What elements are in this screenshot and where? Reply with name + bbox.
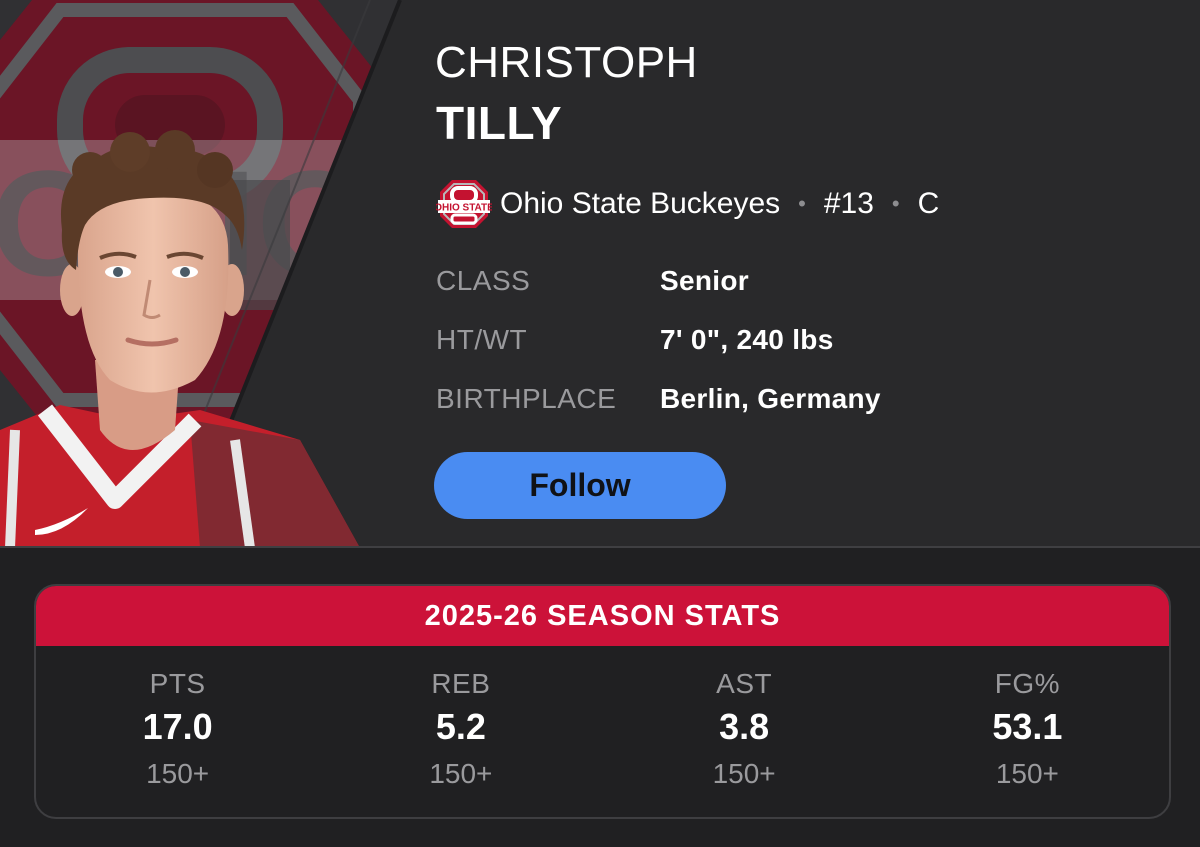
team-name-link[interactable]: Ohio State Buckeyes [500,187,780,221]
bio-value: 7' 0", 240 lbs [660,324,834,355]
team-info: OHIO STATE Ohio State Buckeyes • #13 • C [436,176,939,232]
stat-rank: 150+ [429,758,493,789]
jersey-number: #13 [823,187,874,220]
stat-rank: 150+ [995,758,1059,789]
stat-value: 53.1 [992,706,1063,747]
player-position: C [917,187,940,220]
stat-label: FG% [994,668,1061,699]
stat-assists[interactable]: AST 3.8 150+ [603,646,886,817]
player-last-name: TILLY [436,97,563,149]
stat-field-goal-pct[interactable]: FG% 53.1 150+ [886,646,1169,817]
bio-label: HT/WT [436,324,528,355]
stat-value: 17.0 [142,706,213,747]
stats-row: PTS 17.0 150+ REB 5.2 150+ AST 3.8 150+ … [36,646,1169,817]
player-hero-image: OHIO [0,0,440,546]
bio-row-birthplace: BIRTHPLACE Berlin, Germany [436,379,881,419]
stat-value: 3.8 [719,706,770,747]
logo-text: OHIO STATE [436,203,492,214]
player-page: OHIO [0,0,1200,847]
bio-label: BIRTHPLACE [436,383,617,414]
separator-dot: • [798,191,806,216]
bio-value: Senior [660,265,749,296]
stat-rank: 150+ [146,758,210,789]
stat-rebounds[interactable]: REB 5.2 150+ [319,646,602,817]
stat-label: REB [431,668,491,699]
season-stats-title: 2025-26 SEASON STATS [36,586,1169,646]
separator-dot: • [891,191,900,216]
stat-points[interactable]: PTS 17.0 150+ [36,646,319,817]
stat-value: 5.2 [435,706,486,747]
ohio-state-logo-icon[interactable]: OHIO STATE [436,176,492,232]
player-headshot: OHIO [0,0,402,546]
follow-button[interactable]: Follow [434,452,726,519]
player-first-name: CHRISTOPH [435,38,698,87]
stat-label: AST [716,668,773,699]
stat-label: PTS [149,668,206,699]
season-stats-card: 2025-26 SEASON STATS PTS 17.0 150+ REB 5… [34,584,1171,819]
bio-label: CLASS [436,265,531,296]
bio-value: Berlin, Germany [660,383,881,414]
stat-rank: 150+ [712,758,776,789]
bio-row-height-weight: HT/WT 7' 0", 240 lbs [436,320,834,360]
bio-row-class: CLASS Senior [436,261,749,301]
player-header: OHIO [0,0,1200,548]
